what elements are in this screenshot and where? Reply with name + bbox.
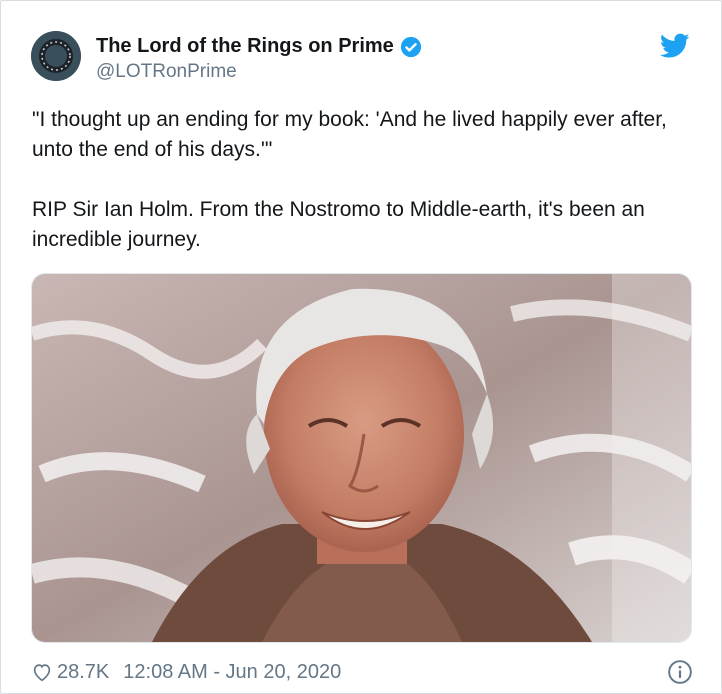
avatar[interactable] bbox=[31, 31, 81, 81]
author-name-row[interactable]: The Lord of the Rings on Prime bbox=[96, 35, 422, 58]
author-handle[interactable]: @LOTRonPrime bbox=[96, 61, 237, 83]
tweet-footer: 28.7K 12:08 AM - Jun 20, 2020 bbox=[31, 657, 693, 687]
author-name[interactable]: The Lord of the Rings on Prime bbox=[96, 35, 394, 58]
like-count[interactable]: 28.7K bbox=[57, 661, 109, 684]
info-icon[interactable] bbox=[667, 659, 693, 685]
tweet-text: "I thought up an ending for my book: 'An… bbox=[32, 105, 692, 255]
tweet-photo[interactable] bbox=[31, 273, 692, 643]
tweet-card: The Lord of the Rings on Prime @LOTRonPr… bbox=[0, 0, 722, 694]
tweet-paragraph-2: RIP Sir Ian Holm. From the Nostromo to M… bbox=[32, 198, 645, 251]
verified-badge-icon bbox=[400, 36, 421, 57]
twitter-bird-icon[interactable] bbox=[660, 33, 690, 59]
heart-icon[interactable] bbox=[31, 661, 53, 683]
tweet-timestamp[interactable]: 12:08 AM - Jun 20, 2020 bbox=[123, 661, 341, 684]
tweet-paragraph-1: "I thought up an ending for my book: 'An… bbox=[32, 108, 667, 161]
